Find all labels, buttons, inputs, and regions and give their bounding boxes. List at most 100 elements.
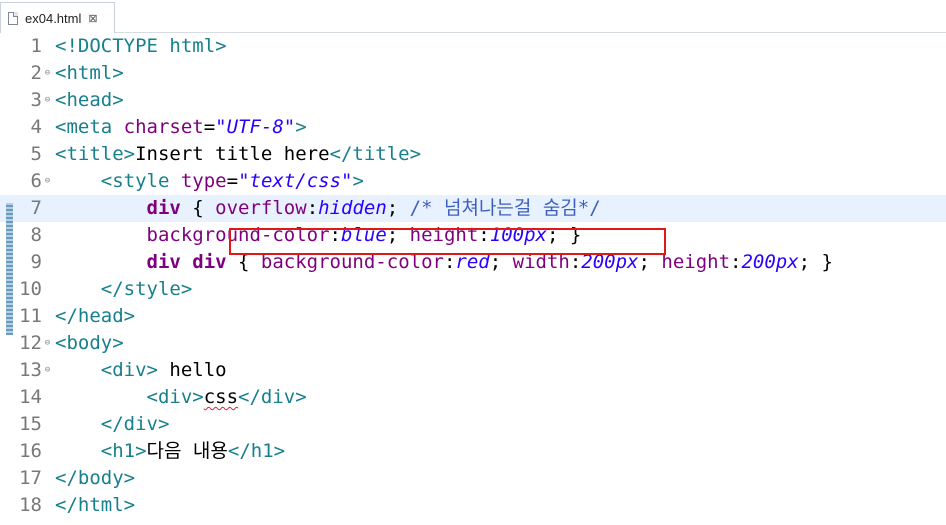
- tab-label: ex04.html: [25, 10, 82, 26]
- line-number: 12: [19, 332, 42, 354]
- code-line[interactable]: 12 ⊖ <body>: [0, 330, 946, 357]
- code-text: </div>: [55, 411, 170, 438]
- close-tab-icon[interactable]: ⊠: [88, 12, 97, 25]
- code-token: <title>: [55, 143, 136, 165]
- code-token: hello: [157, 359, 227, 381]
- code-text: <head>: [55, 87, 124, 114]
- line-number: 7: [30, 197, 42, 219]
- code-token: overflow: [215, 197, 307, 219]
- code-token: ; }: [798, 251, 833, 273]
- code-token: :: [730, 251, 742, 273]
- code-token: >: [352, 170, 364, 192]
- line-number: 15: [19, 413, 42, 435]
- code-line[interactable]: 4 <meta charset="UTF-8">: [0, 114, 946, 141]
- change-marker-bar: [6, 203, 13, 335]
- fold-toggle-icon[interactable]: ⊖: [43, 177, 52, 186]
- html-file-icon: [8, 11, 18, 25]
- line-number: 9: [30, 251, 42, 273]
- code-token: </div>: [100, 413, 170, 435]
- code-token: =: [203, 116, 216, 138]
- code-text: </body>: [55, 465, 135, 492]
- code-text: <style type="text/css">: [55, 168, 364, 195]
- line-number: 5: [30, 143, 42, 165]
- code-token: >: [295, 116, 307, 138]
- code-line[interactable]: 5 <title>Insert title here</title>: [0, 141, 946, 168]
- code-line[interactable]: 14 <div>css</div>: [0, 384, 946, 411]
- code-token: </title>: [329, 143, 422, 165]
- code-token: <body>: [55, 332, 124, 354]
- code-token: </html>: [55, 494, 136, 516]
- fold-toggle-icon[interactable]: ⊖: [43, 366, 52, 375]
- code-line[interactable]: 7 div { overflow:hidden; /* 넘쳐나는걸 숨김*/: [0, 195, 946, 222]
- code-token: 다음 내용: [146, 440, 228, 462]
- code-token: </h1>: [227, 440, 286, 462]
- code-token: css: [203, 386, 239, 408]
- code-token: </style>: [100, 278, 193, 300]
- line-number: 2: [30, 62, 42, 84]
- code-editor[interactable]: 18 </html> 17 </body> 16 <h1>다음 내용</h1> 15 </…: [0, 33, 946, 525]
- line-number: 13: [19, 359, 42, 381]
- line-number: 11: [19, 305, 42, 327]
- line-number: 10: [19, 278, 42, 300]
- code-token: 200px: [741, 251, 799, 273]
- code-token: ;: [386, 197, 410, 219]
- editor-tab-bar: ex04.html ⊠: [0, 0, 946, 33]
- code-line[interactable]: 10 </style>: [0, 276, 946, 303]
- code-line[interactable]: 1 <!DOCTYPE html>: [0, 33, 946, 60]
- code-token: <style: [100, 170, 181, 192]
- code-token: <!DOCTYPE html>: [55, 35, 227, 57]
- code-token: type: [180, 170, 227, 192]
- code-text: <meta charset="UTF-8">: [55, 114, 307, 141]
- code-text: <html>: [55, 60, 124, 87]
- line-number: 17: [19, 467, 42, 489]
- code-line[interactable]: 3 ⊖ <head>: [0, 87, 946, 114]
- code-line[interactable]: 17 </body>: [0, 465, 946, 492]
- code-token: <html>: [55, 62, 124, 84]
- code-token: <h1>: [100, 440, 147, 462]
- code-line[interactable]: 13 ⊖ <div> hello: [0, 357, 946, 384]
- code-token: div: [146, 197, 181, 219]
- code-token: =: [226, 170, 239, 192]
- code-line[interactable]: 18 </html>: [0, 492, 946, 519]
- code-text: <div>css</div>: [55, 384, 307, 411]
- code-token: Insert title here: [135, 143, 330, 165]
- code-token: <meta: [55, 116, 124, 138]
- code-token: hidden: [318, 197, 387, 219]
- code-token: "text/css": [238, 170, 353, 192]
- code-text: <h1>다음 내용</h1>: [55, 438, 285, 465]
- code-text: <!DOCTYPE html>: [55, 33, 227, 60]
- code-line[interactable]: 11 </head>: [0, 303, 946, 330]
- code-text: div { overflow:hidden; /* 넘쳐나는걸 숨김*/: [55, 195, 601, 222]
- code-token: :: [306, 197, 319, 219]
- code-token: "UTF-8": [215, 116, 296, 138]
- code-text: <title>Insert title here</title>: [55, 141, 421, 168]
- code-token: </head>: [55, 305, 136, 327]
- code-text: </head>: [55, 303, 135, 330]
- line-number: 14: [19, 386, 42, 408]
- code-line[interactable]: 6 ⊖ <style type="text/css">: [0, 168, 946, 195]
- line-number: 1: [30, 35, 42, 57]
- line-number: 3: [30, 89, 42, 111]
- code-text: <div> hello: [55, 357, 227, 384]
- code-token: div div: [146, 251, 227, 273]
- code-token: /* 넘쳐나는걸 숨김*/: [409, 197, 601, 219]
- fold-toggle-icon[interactable]: ⊖: [43, 69, 52, 78]
- tab-ex04-html[interactable]: ex04.html ⊠: [0, 2, 115, 33]
- code-token: charset: [123, 116, 204, 138]
- fold-toggle-icon[interactable]: ⊖: [43, 96, 52, 105]
- code-token: <div>: [100, 359, 158, 381]
- code-token: height: [661, 251, 731, 273]
- code-line[interactable]: 2 ⊖ <html>: [0, 60, 946, 87]
- fold-toggle-icon[interactable]: ⊖: [43, 339, 52, 348]
- line-number: 8: [30, 224, 42, 246]
- code-token: {: [180, 197, 216, 219]
- code-line[interactable]: 15 </div>: [0, 411, 946, 438]
- line-number: 16: [19, 440, 42, 462]
- code-line[interactable]: 16 <h1>다음 내용</h1>: [0, 438, 946, 465]
